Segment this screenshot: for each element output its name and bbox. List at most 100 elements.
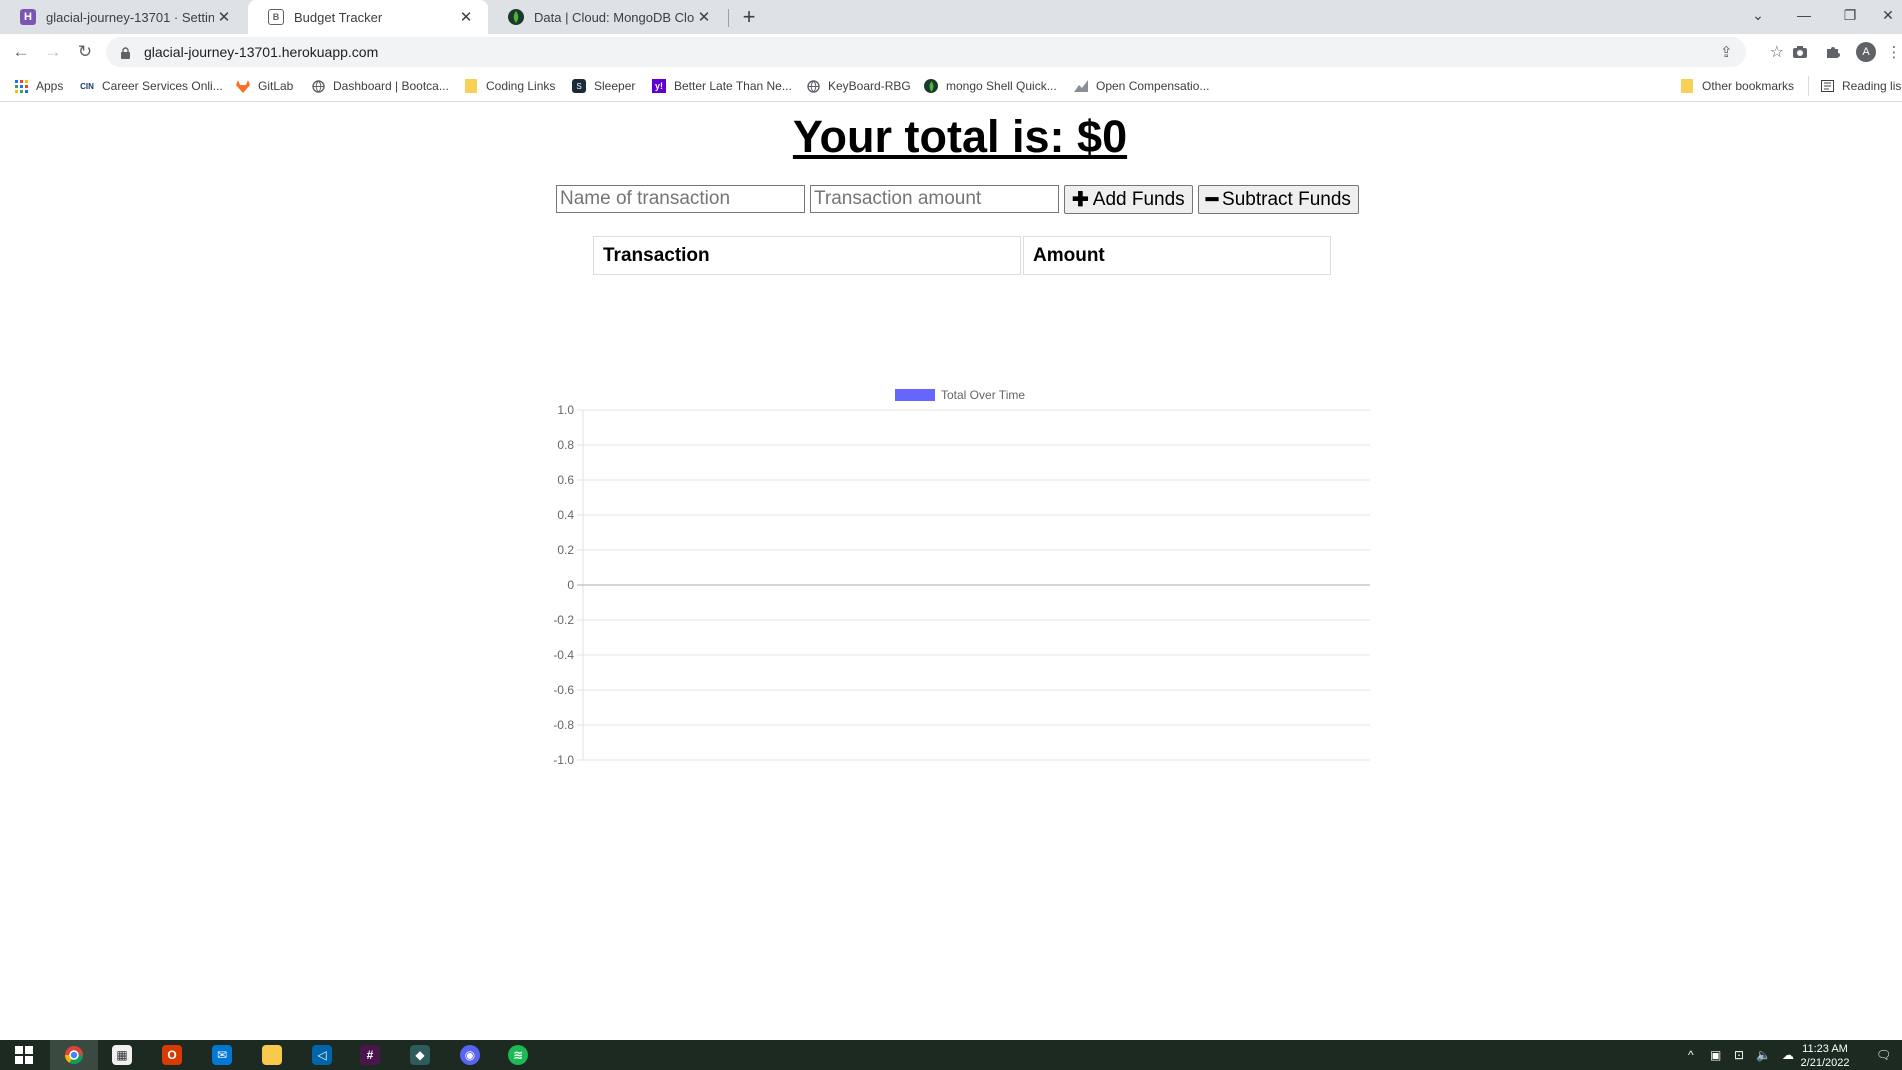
bookmark-coding-links[interactable]: Coding Links	[464, 76, 555, 96]
share-icon[interactable]: ⇪	[1720, 43, 1733, 61]
restore-button[interactable]: ❐	[1828, 0, 1872, 30]
device-icon[interactable]: ▣	[1710, 1048, 1721, 1062]
bookmark-label: Sleeper	[594, 79, 636, 93]
reload-button[interactable]: ↻	[72, 39, 98, 65]
y-tick-label: 0	[567, 578, 574, 592]
tab-budget-tracker[interactable]: B Budget Tracker ✕	[248, 0, 488, 34]
store-taskbar-icon[interactable]: ▦	[98, 1040, 146, 1070]
kebab-menu-icon[interactable]: ⋮	[1886, 40, 1902, 64]
volume-icon[interactable]: 🔈	[1756, 1048, 1771, 1062]
git-icon: ◆	[410, 1045, 430, 1065]
plus-icon: ✚	[1072, 189, 1089, 211]
heroku-icon: H	[20, 9, 36, 25]
bookmark-dashboard-bootcamp[interactable]: Dashboard | Bootca...	[311, 76, 449, 96]
network-icon[interactable]: ⊡	[1734, 1048, 1744, 1062]
clock-date: 2/21/2022	[1800, 1057, 1850, 1069]
transactions-table: Transaction Amount	[591, 234, 1333, 277]
bookmark-mongo-shell[interactable]: mongo Shell Quick...	[924, 76, 1057, 96]
folder-icon	[464, 79, 478, 93]
y-tick-label: -0.4	[553, 648, 574, 662]
browser-toolbar: ← → ↻ glacial-journey-13701.herokuapp.co…	[0, 34, 1902, 70]
office-taskbar-icon[interactable]: O	[148, 1040, 196, 1070]
bookmark-better-late[interactable]: y! Better Late Than Ne...	[652, 76, 792, 96]
tab-heroku-settings[interactable]: H glacial-journey-13701 · Settings | ✕	[0, 0, 246, 34]
chevron-up-icon[interactable]: ^	[1688, 1048, 1694, 1062]
amount-column-header: Amount	[1023, 236, 1331, 275]
total-heading: Your total is: $0	[792, 111, 1128, 162]
new-tab-button[interactable]: +	[736, 4, 762, 30]
slack-taskbar-icon[interactable]: #	[346, 1040, 394, 1070]
y-tick-label: 0.4	[557, 508, 574, 522]
transaction-column-header: Transaction	[593, 236, 1021, 275]
git-kraken-taskbar-icon[interactable]: ◆	[396, 1040, 444, 1070]
bookmark-keyboard-rbg[interactable]: KeyBoard-RBG	[806, 76, 911, 96]
bookmark-label: GitLab	[258, 79, 294, 93]
bookmark-apps[interactable]: Apps	[14, 76, 63, 96]
legend-swatch	[895, 389, 935, 401]
extensions-puzzle-icon[interactable]	[1821, 40, 1845, 64]
bookmark-label: KeyBoard-RBG	[828, 79, 911, 93]
tab-title: Data | Cloud: MongoDB Cloud	[534, 9, 694, 25]
discord-taskbar-icon[interactable]: ◉	[446, 1040, 494, 1070]
bookmark-open-compensation[interactable]: Open Compensatio...	[1074, 76, 1209, 96]
bookmarks-divider	[1808, 76, 1809, 96]
bookmark-career-services[interactable]: CIN Career Services Onli...	[80, 76, 223, 96]
camera-icon[interactable]	[1788, 40, 1812, 64]
close-icon[interactable]: ✕	[694, 8, 714, 26]
bookmark-reading-list[interactable]: Reading lis	[1820, 76, 1901, 96]
minus-icon: ━	[1206, 189, 1219, 211]
forward-button[interactable]: →	[40, 39, 66, 65]
cin-icon: CIN	[80, 81, 94, 91]
globe-icon	[806, 79, 820, 93]
close-window-button[interactable]: ✕	[1874, 0, 1902, 30]
tab-search-chevron-icon[interactable]: ⌄	[1736, 0, 1780, 30]
tab-separator	[728, 9, 729, 27]
bookmark-label: mongo Shell Quick...	[946, 79, 1057, 93]
notifications-icon[interactable]: 🗨	[1876, 1048, 1891, 1062]
add-funds-label: Add Funds	[1092, 188, 1185, 210]
minimize-button[interactable]: —	[1782, 0, 1826, 30]
tab-title: Budget Tracker	[294, 9, 383, 25]
chart-icon	[1074, 79, 1088, 93]
back-button[interactable]: ←	[8, 39, 34, 65]
bookmark-label: Other bookmarks	[1702, 79, 1795, 93]
profile-avatar[interactable]: A	[1856, 42, 1876, 62]
vscode-taskbar-icon[interactable]: ◁	[298, 1040, 346, 1070]
bookmark-sleeper[interactable]: S Sleeper	[572, 76, 635, 96]
y-tick-label: -0.6	[553, 683, 574, 697]
store-icon: ▦	[112, 1045, 132, 1065]
transaction-name-input[interactable]	[556, 185, 805, 213]
close-icon[interactable]: ✕	[456, 8, 476, 26]
chrome-taskbar-icon[interactable]	[50, 1040, 98, 1070]
bookmark-gitlab[interactable]: GitLab	[236, 76, 293, 96]
subtract-funds-button[interactable]: ━ Subtract Funds	[1198, 185, 1359, 214]
file-explorer-taskbar-icon[interactable]	[248, 1040, 296, 1070]
office-icon: O	[162, 1045, 182, 1065]
transaction-amount-input[interactable]	[810, 185, 1059, 213]
spotify-icon: ≋	[508, 1045, 528, 1065]
add-funds-button[interactable]: ✚ Add Funds	[1064, 185, 1193, 214]
slack-icon: #	[360, 1045, 380, 1065]
mail-icon: ✉	[212, 1045, 232, 1065]
tab-mongodb-cloud[interactable]: Data | Cloud: MongoDB Cloud ✕	[488, 0, 726, 34]
y-tick-label: -0.2	[553, 613, 574, 627]
mongodb-leaf-icon	[508, 9, 524, 25]
url-text: glacial-journey-13701.herokuapp.com	[144, 44, 379, 60]
bookmark-other-bookmarks[interactable]: Other bookmarks	[1680, 76, 1794, 96]
windows-start-button[interactable]	[0, 1040, 48, 1070]
total-over-time-chart: Total Over Time 1.0 0.8 0.6 0.4 0.2 0 -0.2 -0.4 -…	[553, 388, 1370, 767]
address-bar[interactable]: glacial-journey-13701.herokuapp.com ⇪ ☆	[106, 37, 1784, 67]
reading-list-icon	[1820, 79, 1834, 93]
star-icon[interactable]: ☆	[1770, 42, 1784, 62]
bookmark-label: Career Services Onli...	[102, 79, 223, 93]
bookmark-label: Apps	[36, 79, 64, 93]
browser-tab-strip: H glacial-journey-13701 · Settings | ✕ B…	[0, 0, 1902, 34]
page-content: Your total is: $0 ✚ Add Funds ━ Subtract…	[0, 103, 1902, 1040]
globe-icon	[311, 79, 325, 93]
spotify-taskbar-icon[interactable]: ≋	[494, 1040, 542, 1070]
y-tick-label: 0.6	[557, 473, 574, 487]
legend-label: Total Over Time	[941, 388, 1025, 402]
mail-taskbar-icon[interactable]: ✉	[198, 1040, 246, 1070]
taskbar-clock[interactable]: 11:23 AM 2/21/2022	[1790, 1042, 1860, 1070]
close-icon[interactable]: ✕	[214, 8, 234, 26]
